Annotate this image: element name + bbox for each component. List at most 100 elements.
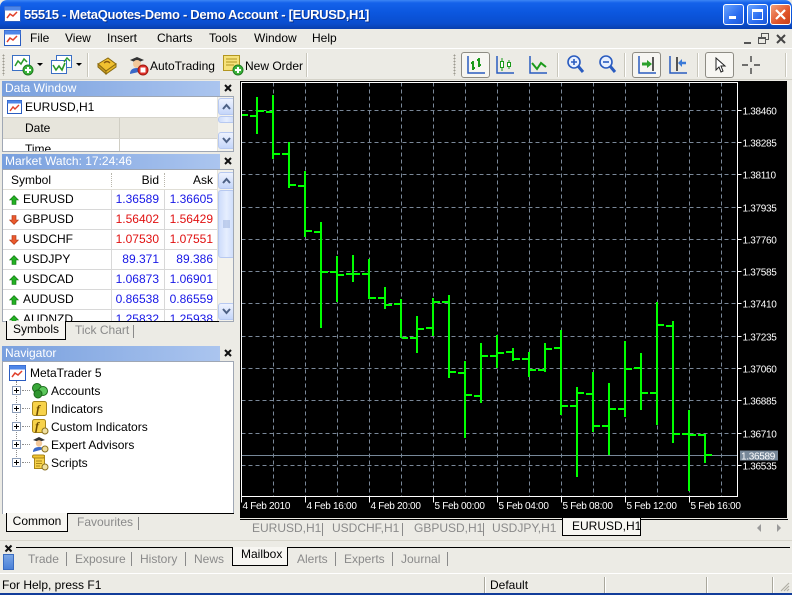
tab-alerts[interactable]: Alerts [297, 552, 328, 566]
market-watch-row[interactable]: EURUSD 1.36589 1.36605 [3, 190, 218, 210]
ohlc-bar[interactable] [298, 171, 312, 237]
scroll-thumb[interactable] [218, 116, 233, 123]
ohlc-bar[interactable] [474, 343, 488, 403]
market-watch-row[interactable]: USDCAD 1.06873 1.06901 [3, 270, 218, 290]
scroll-up-button[interactable] [218, 98, 233, 115]
tab-mailbox[interactable]: Mailbox [232, 547, 288, 566]
ohlc-bar[interactable] [410, 316, 424, 353]
chart-tab[interactable]: USDJPY,H1 [492, 521, 556, 535]
menu-window[interactable]: Window [253, 31, 298, 46]
menu-tools[interactable]: Tools [208, 31, 238, 46]
line-chart-button[interactable] [526, 52, 550, 78]
market-watch-row[interactable]: GBPUSD 1.56402 1.56429 [3, 210, 218, 230]
tab-news[interactable]: News [194, 552, 224, 566]
crosshair-button[interactable] [739, 52, 763, 78]
ohlc-bar[interactable] [506, 348, 520, 361]
ohlc-bar[interactable] [378, 287, 392, 309]
ohlc-bar[interactable] [634, 353, 648, 410]
navigator-item-accounts[interactable]: Accounts [51, 383, 100, 399]
new-chart-button[interactable] [10, 52, 36, 78]
data-window-header[interactable]: Data Window [2, 81, 220, 96]
column-header-bid[interactable]: Bid [112, 170, 159, 190]
auto-scroll-button[interactable] [666, 52, 690, 78]
chart-shift-button[interactable] [632, 52, 661, 78]
new-chart-dropdown-icon[interactable] [37, 63, 43, 66]
metaeditor-button[interactable] [94, 52, 119, 78]
tab-common[interactable]: Common [6, 513, 68, 532]
tab-journal[interactable]: Journal [401, 552, 440, 566]
minimize-button[interactable] [723, 4, 744, 25]
ohlc-bar[interactable] [586, 372, 600, 432]
profiles-button[interactable] [49, 52, 75, 78]
tab-favourites[interactable]: Favourites [77, 514, 133, 531]
navigator-item-scripts[interactable]: Scripts [51, 455, 88, 471]
market-watch-row[interactable]: USDJPY 89.371 89.386 [3, 250, 218, 270]
resize-grip-icon[interactable] [779, 581, 790, 592]
ohlc-bar[interactable] [698, 434, 712, 463]
scroll-tabs-left-button[interactable] [756, 524, 762, 532]
ohlc-bar[interactable] [394, 299, 408, 339]
ohlc-bar[interactable] [602, 383, 616, 455]
menu-file[interactable]: File [29, 31, 50, 46]
market-watch-row[interactable]: USDCHF 1.07530 1.07551 [3, 230, 218, 250]
ohlc-bar[interactable] [554, 330, 568, 415]
menu-view[interactable]: View [64, 31, 92, 46]
market-watch-header[interactable]: Market Watch: 17:24:46 [2, 154, 220, 169]
maximize-button[interactable] [747, 4, 768, 25]
chart-window[interactable]: 1.38460 1.38285 1.38110 1.37935 1.37760 1.375… [238, 80, 792, 518]
scroll-tabs-right-button[interactable] [776, 524, 782, 532]
expand-icon[interactable] [12, 422, 21, 431]
expand-icon[interactable] [12, 440, 21, 449]
navigator-item-indicators[interactable]: Indicators [51, 401, 103, 417]
ohlc-bar[interactable] [242, 114, 248, 116]
candlestick-chart-button[interactable] [493, 52, 517, 78]
autotrading-button[interactable] [126, 52, 150, 78]
expand-icon[interactable] [12, 404, 21, 413]
navigator-header[interactable]: Navigator [2, 346, 220, 361]
chart-tab[interactable]: GBPUSD,H1 [414, 521, 483, 535]
zoom-in-button[interactable] [565, 52, 587, 78]
profiles-dropdown-icon[interactable] [76, 63, 82, 66]
zoom-out-button[interactable] [597, 52, 619, 78]
ohlc-bar[interactable] [250, 97, 264, 134]
price-chart[interactable]: 1.38460 1.38285 1.38110 1.37935 1.37760 1.375… [240, 81, 787, 518]
column-header-symbol[interactable]: Symbol [11, 170, 51, 190]
navigator-item-custom-indicators[interactable]: Custom Indicators [51, 419, 148, 435]
new-order-label[interactable]: New Order [245, 59, 303, 73]
autotrading-label[interactable]: AutoTrading [150, 59, 215, 73]
ohlc-bar[interactable] [618, 341, 632, 417]
tab-experts[interactable]: Experts [344, 552, 385, 566]
market-watch-scrollbar[interactable] [217, 170, 233, 321]
mdi-minimize-button[interactable] [741, 32, 755, 46]
ohlc-bar[interactable] [266, 95, 280, 159]
navigator-item-expert-advisors[interactable]: Expert Advisors [51, 437, 134, 453]
ohlc-bar[interactable] [666, 321, 680, 443]
chart-tab[interactable]: EURUSD,H1 [252, 521, 321, 535]
menu-charts[interactable]: Charts [156, 31, 193, 46]
market-watch-close-button[interactable] [223, 156, 233, 166]
expand-icon[interactable] [12, 458, 21, 467]
scroll-up-button[interactable] [218, 172, 233, 189]
tab-history[interactable]: History [140, 552, 177, 566]
cursor-button[interactable] [705, 52, 734, 78]
data-window-close-button[interactable] [223, 83, 233, 93]
scroll-down-button[interactable] [218, 303, 233, 320]
toolbar-grip[interactable] [2, 54, 5, 76]
status-profile[interactable]: Default [490, 578, 528, 592]
ohlc-bar[interactable] [682, 410, 696, 491]
column-header-ask[interactable]: Ask [165, 170, 213, 190]
mdi-restore-button[interactable] [757, 32, 771, 46]
ohlc-bar[interactable] [314, 222, 328, 328]
tab-exposure[interactable]: Exposure [75, 552, 126, 566]
menu-insert[interactable]: Insert [106, 31, 138, 46]
tab-symbols[interactable]: Symbols [6, 321, 66, 340]
ohlc-bar[interactable] [362, 259, 376, 299]
toolbox-close-button[interactable] [4, 544, 13, 553]
ohlc-bar[interactable] [490, 335, 504, 368]
scroll-down-button[interactable] [218, 132, 233, 149]
chart-tab-active[interactable]: EURUSD,H1 [562, 518, 641, 536]
tab-tick-chart[interactable]: Tick Chart [75, 322, 129, 339]
ohlc-bar[interactable] [650, 302, 664, 425]
ohlc-bar[interactable] [538, 343, 552, 372]
navigator-root[interactable]: MetaTrader 5 [30, 365, 102, 381]
